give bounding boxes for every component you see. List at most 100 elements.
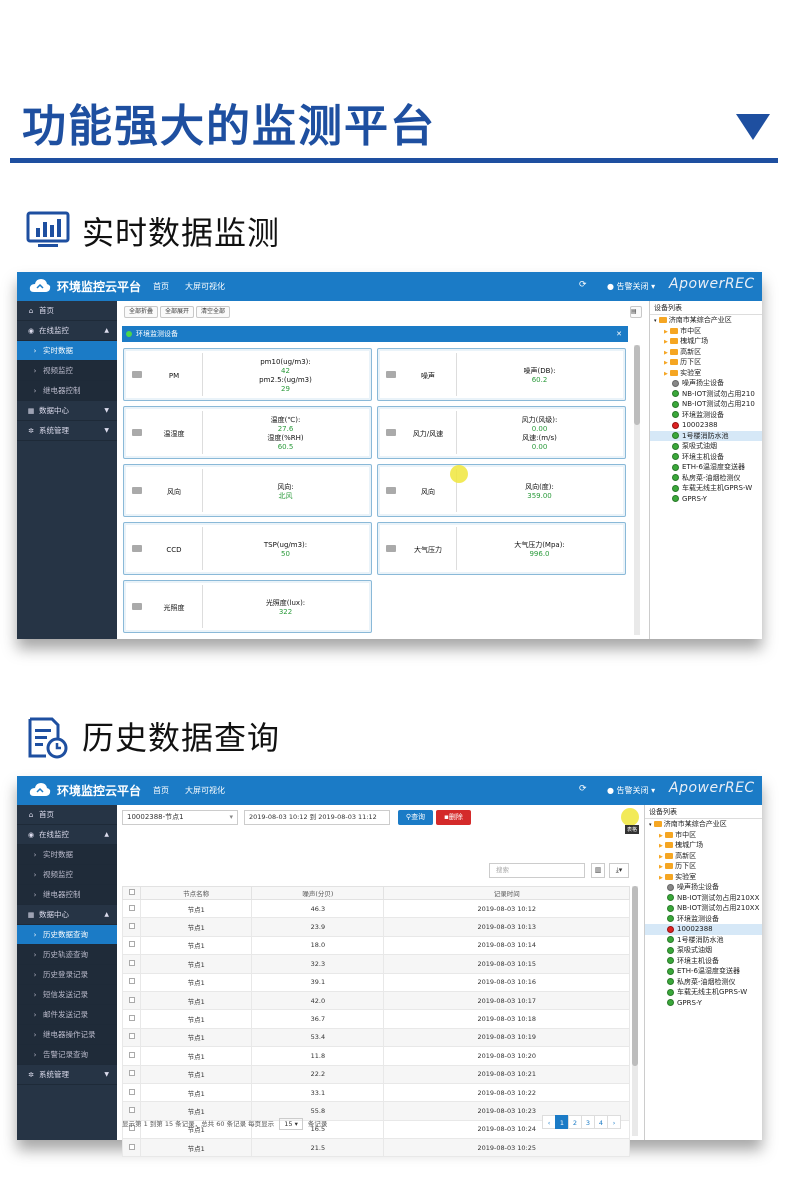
page-button[interactable]: 4	[594, 1115, 608, 1129]
columns-icon[interactable]: ▥	[591, 863, 605, 878]
sidebar-item[interactable]: ▦ 数据中心 ▲	[17, 905, 117, 925]
expand-all-button[interactable]: 全部展开	[160, 306, 195, 318]
row-select-cell[interactable]	[122, 1082, 141, 1103]
row-select-cell[interactable]	[122, 972, 141, 992]
row-select-cell[interactable]	[122, 1138, 141, 1158]
tree-folder[interactable]: ▶ 槐城广场	[645, 840, 762, 851]
tree-device[interactable]: ETH-6温湿度变送器	[650, 462, 762, 473]
checkbox[interactable]	[128, 1088, 135, 1095]
nav-bigscreen[interactable]: 大屏可视化	[185, 281, 225, 292]
page-size-select[interactable]: 15 ▾	[279, 1118, 303, 1130]
tree-folder[interactable]: ▶ 槐城广场	[650, 336, 762, 347]
sidebar-item[interactable]: › 继电器控制	[17, 381, 117, 401]
tree-device[interactable]: 噪声扬尘设备	[650, 378, 762, 389]
tree-device[interactable]: 环境主机设备	[645, 956, 762, 967]
triangle-right-icon[interactable]: ▶	[664, 350, 668, 356]
triangle-right-icon[interactable]: ▶	[664, 371, 668, 377]
nav-bigscreen[interactable]: 大屏可视化	[185, 785, 225, 796]
tree-device[interactable]: GPRS-Y	[645, 998, 762, 1009]
checkbox[interactable]	[128, 1070, 135, 1077]
sidebar-item[interactable]: ⌂ 首页	[17, 805, 117, 825]
triangle-right-icon[interactable]: ▶	[659, 875, 663, 881]
alarm-toggle[interactable]: ● 告警关闭 ▾	[607, 785, 655, 796]
tree-device[interactable]: NB-IOT测试勿占用210	[650, 399, 762, 410]
sidebar-item[interactable]: › 实时数据	[17, 845, 117, 865]
table-row[interactable]: 节点1 36.7 2019-08-03 10:18	[122, 1009, 630, 1029]
row-select-cell[interactable]	[122, 1064, 141, 1084]
refresh-icon[interactable]: ⟳	[579, 280, 587, 290]
query-button[interactable]: ⚲查询	[398, 810, 433, 825]
sidebar-item[interactable]: › 告警记录查询	[17, 1045, 117, 1065]
tree-device[interactable]: 泵吸式油烟	[650, 441, 762, 452]
checkbox[interactable]	[128, 923, 135, 930]
nav-home[interactable]: 首页	[153, 785, 169, 796]
tree-device[interactable]: 环境主机设备	[650, 452, 762, 463]
page-button[interactable]: 3	[581, 1115, 595, 1129]
export-dropdown-icon[interactable]: ⤓▾	[609, 863, 629, 878]
scrollbar[interactable]	[632, 886, 638, 1136]
checkbox[interactable]	[128, 996, 135, 1003]
checkbox[interactable]	[128, 1051, 135, 1058]
table-row[interactable]: 节点1 53.4 2019-08-03 10:19	[122, 1027, 630, 1048]
close-icon[interactable]: ✕	[616, 326, 622, 342]
sidebar-item[interactable]: ✲ 系统管理 ▼	[17, 1065, 117, 1085]
tree-device[interactable]: GPRS-Y	[650, 494, 762, 505]
checkbox[interactable]	[128, 978, 135, 985]
sidebar-item[interactable]: › 短信发送记录	[17, 985, 117, 1005]
tree-folder[interactable]: ▶ 历下区	[645, 861, 762, 872]
triangle-right-icon[interactable]: ▶	[664, 339, 668, 345]
sidebar-item[interactable]: ✲ 系统管理 ▼	[17, 421, 117, 441]
row-select-cell[interactable]	[122, 1009, 141, 1029]
row-select-cell[interactable]	[122, 1046, 141, 1066]
tree-folder[interactable]: ▶ 历下区	[650, 357, 762, 368]
tree-device[interactable]: NB-IOT测试勿占用210XX	[645, 903, 762, 914]
tree-folder[interactable]: ▶ 高新区	[650, 347, 762, 358]
checkbox[interactable]	[128, 941, 135, 948]
triangle-right-icon[interactable]: ▶	[659, 843, 663, 849]
table-row[interactable]: 节点1 21.5 2019-08-03 10:25	[122, 1138, 630, 1158]
page-button[interactable]: ›	[607, 1115, 621, 1129]
delete-button[interactable]: ▪删除	[436, 810, 471, 825]
tree-device[interactable]: 泵吸式油烟	[645, 945, 762, 956]
table-row[interactable]: 节点1 22.2 2019-08-03 10:21	[122, 1064, 630, 1084]
sidebar-item[interactable]: ◉ 在线监控 ▲	[17, 321, 117, 341]
checkbox[interactable]	[128, 959, 135, 966]
table-row[interactable]: 节点1 33.1 2019-08-03 10:22	[122, 1082, 630, 1103]
table-row[interactable]: 节点1 39.1 2019-08-03 10:16	[122, 972, 630, 992]
scrollbar[interactable]	[634, 345, 640, 635]
sidebar-item[interactable]: › 邮件发送记录	[17, 1005, 117, 1025]
checkbox[interactable]	[128, 1106, 135, 1113]
table-row[interactable]: 节点1 32.3 2019-08-03 10:15	[122, 954, 630, 974]
tree-folder[interactable]: ▶ 实验室	[650, 368, 762, 379]
tree-device[interactable]: 噪声扬尘设备	[645, 882, 762, 893]
sidebar-item[interactable]: ⌂ 首页	[17, 301, 117, 321]
row-select-cell[interactable]	[122, 954, 141, 974]
sidebar-item[interactable]: › 历史数据查询	[17, 925, 117, 945]
tree-folder[interactable]: ▶ 市中区	[645, 830, 762, 841]
page-button[interactable]: 1	[555, 1115, 569, 1129]
tree-device[interactable]: 1号楼消防水池	[645, 935, 762, 946]
sidebar-item[interactable]: › 历史轨迹查询	[17, 945, 117, 965]
row-select-cell[interactable]	[122, 898, 141, 919]
checkbox[interactable]	[128, 904, 135, 911]
tree-device[interactable]: NB-IOT测试勿占用210	[650, 389, 762, 400]
row-select-cell[interactable]	[122, 1027, 141, 1048]
collapse-all-button[interactable]: 全部折叠	[124, 306, 159, 318]
date-range-input[interactable]: 2019-08-03 10:12 到 2019-08-03 11:12	[244, 810, 390, 825]
export-icon[interactable]: ▤	[630, 306, 642, 318]
sidebar-item[interactable]: › 历史登录记录	[17, 965, 117, 985]
tree-device[interactable]: NB-IOT测试勿占用210XX	[645, 893, 762, 904]
triangle-right-icon[interactable]: ▶	[659, 864, 663, 870]
column-header[interactable]: 记录时间	[383, 886, 630, 900]
checkbox[interactable]	[128, 1143, 135, 1150]
triangle-right-icon[interactable]: ▶	[659, 833, 663, 839]
table-row[interactable]: 节点1 18.0 2019-08-03 10:14	[122, 935, 630, 956]
table-row[interactable]: 节点1 23.9 2019-08-03 10:13	[122, 917, 630, 937]
checkbox[interactable]	[128, 889, 135, 895]
tree-device[interactable]: 私房菜-油烟检测仪	[645, 977, 762, 988]
tree-folder[interactable]: ▶ 市中区	[650, 326, 762, 337]
sidebar-item[interactable]: › 视频监控	[17, 361, 117, 381]
tree-device[interactable]: 车载无线主机GPRS-W	[650, 483, 762, 494]
expand-icon[interactable]: ▾	[654, 318, 657, 324]
clear-all-button[interactable]: 清空全部	[196, 306, 231, 318]
